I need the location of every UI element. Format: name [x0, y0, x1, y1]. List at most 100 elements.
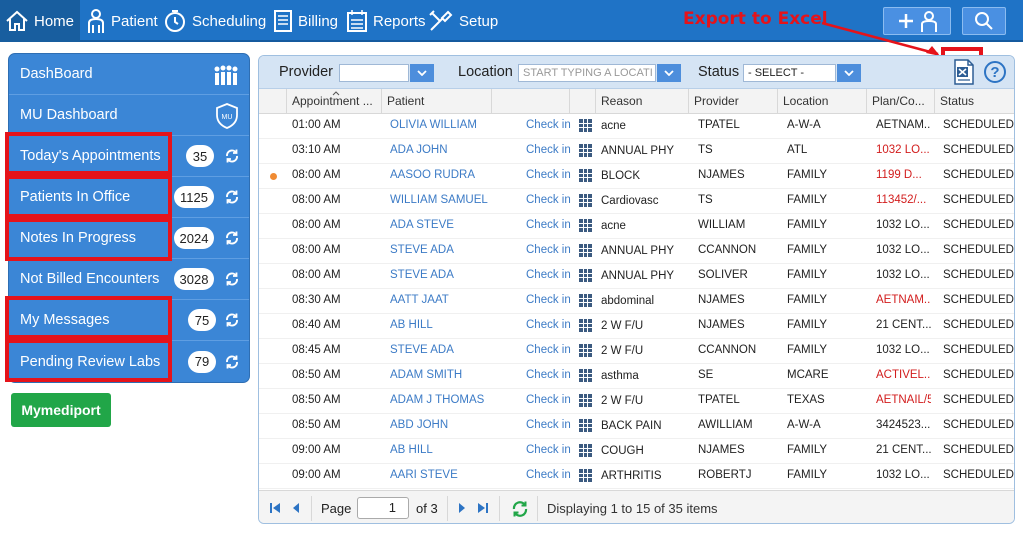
patient-name-link[interactable]: AB HILL: [390, 439, 433, 464]
grid-icon[interactable]: [579, 344, 592, 357]
patient-name-link[interactable]: ADAM SMITH: [390, 364, 462, 389]
nav-setup[interactable]: Setup: [428, 0, 498, 42]
patient-name-link[interactable]: STEVE ADA: [390, 339, 454, 364]
sidebar-item-patients-in-office[interactable]: Patients In Office 1125: [9, 177, 249, 218]
check-in-link[interactable]: Check in: [526, 289, 571, 314]
table-row[interactable]: 08:50 AM ABD JOHN Check in BACK PAIN AWILLIA…: [259, 414, 1014, 439]
check-in-link[interactable]: Check in: [526, 389, 571, 414]
check-in-link[interactable]: Check in: [526, 364, 571, 389]
sidebar-item-pending-review-labs[interactable]: Pending Review Labs 79: [9, 341, 249, 382]
grid-icon[interactable]: [579, 269, 592, 282]
check-in-link[interactable]: Check in: [526, 464, 571, 489]
table-row[interactable]: 08:50 AM ADAM J THOMAS Check in 2 W F/U TPAT…: [259, 389, 1014, 414]
provider-select[interactable]: [339, 64, 409, 82]
column-header-reason[interactable]: Reason: [595, 89, 688, 114]
status-select[interactable]: - SELECT -: [743, 64, 836, 82]
table-row[interactable]: 09:00 AM AB HILL Check in COUGH NJAMES FAMILY…: [259, 439, 1014, 464]
help-icon[interactable]: ?: [984, 61, 1006, 83]
sidebar-item-todays-appointments[interactable]: Today's Appointments 35: [9, 136, 249, 177]
patient-name-link[interactable]: STEVE ADA: [390, 264, 454, 289]
nav-reports[interactable]: Reports: [346, 0, 426, 42]
table-row[interactable]: 08:00 AM ADA STEVE Check in acne WILLIAM FAMI…: [259, 214, 1014, 239]
patient-name-link[interactable]: AATT JAAT: [390, 289, 449, 314]
grid-icon[interactable]: [579, 244, 592, 257]
refresh-icon[interactable]: [224, 230, 240, 246]
check-in-link[interactable]: Check in: [526, 439, 571, 464]
table-row[interactable]: 08:00 AM WILLIAM SAMUEL Check in Cardiovasc…: [259, 189, 1014, 214]
sidebar-item-mu-dashboard[interactable]: MU Dashboard MU: [9, 95, 249, 136]
patient-name-link[interactable]: AB HILL: [390, 314, 433, 339]
table-row[interactable]: 09:00 AM AARI STEVE Check in ARTHRITIS ROBER…: [259, 464, 1014, 489]
table-row[interactable]: 08:00 AM STEVE ADA Check in ANNUAL PHY SOLIV…: [259, 264, 1014, 289]
table-row[interactable]: 08:50 AM ADAM SMITH Check in asthma SE MCARE A…: [259, 364, 1014, 389]
grid-icon[interactable]: [579, 419, 592, 432]
grid-icon[interactable]: [579, 444, 592, 457]
refresh-icon[interactable]: [511, 500, 529, 518]
table-row[interactable]: 08:00 AM AASOO RUDRA Check in BLOCK NJAMES FA…: [259, 164, 1014, 189]
column-header-provider[interactable]: Provider: [688, 89, 777, 114]
nav-billing[interactable]: Billing: [273, 0, 338, 42]
provider-dropdown-button[interactable]: [410, 64, 434, 82]
nav-home[interactable]: Home: [0, 0, 80, 42]
column-header-patient[interactable]: Patient: [381, 89, 491, 114]
table-row[interactable]: 01:00 AM OLIVIA WILLIAM Check in acne TPATEL…: [259, 114, 1014, 139]
sidebar-item-my-messages[interactable]: My Messages 75: [9, 300, 249, 341]
page-number-input[interactable]: 1: [357, 497, 409, 519]
check-in-link[interactable]: Check in: [526, 339, 571, 364]
refresh-icon[interactable]: [224, 189, 240, 205]
grid-icon[interactable]: [579, 319, 592, 332]
grid-icon[interactable]: [579, 194, 592, 207]
patient-name-link[interactable]: STEVE ADA: [390, 239, 454, 264]
grid-icon[interactable]: [579, 144, 592, 157]
check-in-link[interactable]: Check in: [526, 114, 571, 139]
check-in-link[interactable]: Check in: [526, 139, 571, 164]
sidebar-item-not-billed-encounters[interactable]: Not Billed Encounters 3028: [9, 259, 249, 300]
first-page-icon[interactable]: [269, 502, 281, 514]
next-page-icon[interactable]: [457, 502, 467, 514]
patient-name-link[interactable]: OLIVIA WILLIAM: [390, 114, 477, 139]
prev-page-icon[interactable]: [291, 502, 301, 514]
last-page-icon[interactable]: [477, 502, 489, 514]
patient-name-link[interactable]: ADAM J THOMAS: [390, 389, 484, 414]
patient-name-link[interactable]: AARI STEVE: [390, 464, 458, 489]
status-dropdown-button[interactable]: [837, 64, 861, 82]
column-header-status[interactable]: Status: [934, 89, 1014, 114]
nav-scheduling[interactable]: Scheduling: [163, 0, 266, 42]
patient-name-link[interactable]: ADA STEVE: [390, 214, 454, 239]
grid-icon[interactable]: [579, 394, 592, 407]
location-input[interactable]: START TYPING A LOCATI: [518, 64, 656, 82]
check-in-link[interactable]: Check in: [526, 264, 571, 289]
refresh-icon[interactable]: [224, 312, 240, 328]
check-in-link[interactable]: Check in: [526, 314, 571, 339]
check-in-link[interactable]: Check in: [526, 239, 571, 264]
patient-name-link[interactable]: ADA JOHN: [390, 139, 448, 164]
table-row[interactable]: 03:10 AM ADA JOHN Check in ANNUAL PHY TS ATL 1…: [259, 139, 1014, 164]
check-in-link[interactable]: Check in: [526, 189, 571, 214]
mymediport-button[interactable]: Mymediport: [11, 393, 111, 427]
column-header-location[interactable]: Location: [777, 89, 866, 114]
search-button[interactable]: [962, 7, 1006, 35]
table-row[interactable]: 08:00 AM STEVE ADA Check in ANNUAL PHY CCANN…: [259, 239, 1014, 264]
patient-name-link[interactable]: ABD JOHN: [390, 414, 448, 439]
table-row[interactable]: 08:40 AM AB HILL Check in 2 W F/U NJAMES FAMI…: [259, 314, 1014, 339]
patient-name-link[interactable]: WILLIAM SAMUEL: [390, 189, 488, 214]
column-header-plan[interactable]: Plan/Co...: [866, 89, 934, 114]
location-dropdown-button[interactable]: [657, 64, 681, 82]
excel-export-icon[interactable]: [950, 58, 978, 86]
grid-icon[interactable]: [579, 469, 592, 482]
refresh-icon[interactable]: [224, 148, 240, 164]
grid-icon[interactable]: [579, 119, 592, 132]
grid-icon[interactable]: [579, 294, 592, 307]
table-row[interactable]: 08:45 AM STEVE ADA Check in 2 W F/U CCANNON F…: [259, 339, 1014, 364]
check-in-link[interactable]: Check in: [526, 414, 571, 439]
grid-icon[interactable]: [579, 169, 592, 182]
refresh-icon[interactable]: [224, 354, 240, 370]
refresh-icon[interactable]: [224, 271, 240, 287]
grid-icon[interactable]: [579, 219, 592, 232]
check-in-link[interactable]: Check in: [526, 164, 571, 189]
patient-name-link[interactable]: AASOO RUDRA: [390, 164, 475, 189]
check-in-link[interactable]: Check in: [526, 214, 571, 239]
sidebar-item-dashboard[interactable]: DashBoard: [9, 54, 249, 95]
sidebar-item-notes-in-progress[interactable]: Notes In Progress 2024: [9, 218, 249, 259]
table-row[interactable]: 08:30 AM AATT JAAT Check in abdominal NJAMES…: [259, 289, 1014, 314]
